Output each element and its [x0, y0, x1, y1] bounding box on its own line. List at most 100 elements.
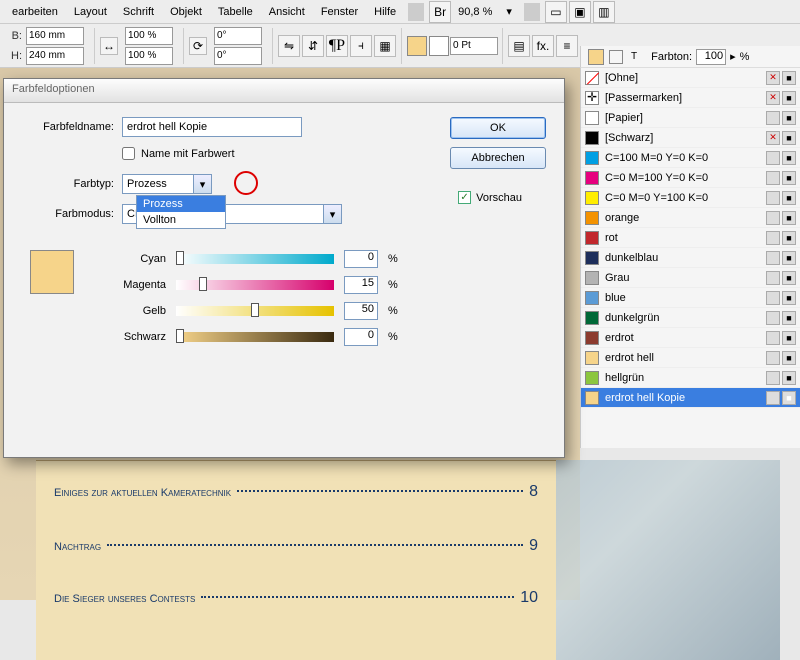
paragraph-style-icon[interactable]: ¶P [326, 35, 348, 57]
fill-swatch[interactable] [407, 36, 427, 56]
pct-label: % [388, 305, 398, 317]
toc-text: Einiges zur aktuellen Kameratechnik [54, 487, 231, 499]
menu-table[interactable]: Tabelle [210, 6, 261, 18]
swatch-row[interactable]: erdrot hell■ [581, 348, 800, 368]
channel-value-field[interactable]: 0 [344, 250, 378, 268]
swatch-chip [585, 371, 599, 385]
swatch-row[interactable]: dunkelblau■ [581, 248, 800, 268]
channel-value-field[interactable]: 15 [344, 276, 378, 294]
swatch-row[interactable]: [Schwarz]✕■ [581, 128, 800, 148]
channel-slider[interactable] [176, 280, 334, 290]
swatch-kind-icon [766, 311, 780, 325]
toc-text: Die Sieger unseres Contests [54, 593, 195, 605]
stroke-weight-field[interactable]: 0 Pt [450, 37, 498, 55]
swatch-row[interactable]: rot■ [581, 228, 800, 248]
cancel-button[interactable]: Abbrechen [450, 147, 546, 169]
swatch-row[interactable]: C=100 M=0 Y=0 K=0■ [581, 148, 800, 168]
chevron-down-icon[interactable]: ▾ [193, 175, 211, 193]
channel-slider[interactable] [176, 306, 334, 316]
scale-x-icon[interactable]: ↔ [100, 37, 118, 55]
swatch-mode-icon: ■ [782, 71, 796, 85]
swatch-row[interactable]: [Papier]■ [581, 108, 800, 128]
menu-help[interactable]: Hilfe [366, 6, 404, 18]
swatch-row[interactable]: blue■ [581, 288, 800, 308]
swatch-row[interactable]: orange■ [581, 208, 800, 228]
channel-slider[interactable] [176, 254, 334, 264]
preview-checkbox[interactable]: ✓ [458, 191, 471, 204]
swatch-mode-icon: ■ [782, 111, 796, 125]
swatch-name-field[interactable] [122, 117, 302, 137]
flip-v-icon[interactable]: ⇵ [302, 35, 324, 57]
fx-icon[interactable]: fx. [532, 35, 554, 57]
swatch-name: C=0 M=0 Y=100 K=0 [605, 192, 764, 204]
swatch-row[interactable]: dunkelgrün■ [581, 308, 800, 328]
swatch-row[interactable]: [Ohne]✕■ [581, 68, 800, 88]
slider-thumb[interactable] [176, 251, 184, 265]
swatch-row[interactable]: erdrot■ [581, 328, 800, 348]
flip-h-icon[interactable]: ⇋ [278, 35, 300, 57]
view-mode-icon[interactable]: ▭ [545, 1, 567, 23]
swatch-kind-icon [766, 211, 780, 225]
options-icon[interactable]: ≡ [556, 35, 578, 57]
color-type-dropdown[interactable]: Prozess Vollton [136, 195, 226, 229]
scale-x-field[interactable]: 100 % [125, 27, 173, 45]
stroke-swatch[interactable] [429, 36, 449, 56]
menu-view[interactable]: Ansicht [261, 6, 313, 18]
chevron-down-icon[interactable]: ▾ [323, 205, 341, 223]
menu-window[interactable]: Fenster [313, 6, 366, 18]
bridge-icon[interactable]: Br [429, 1, 451, 23]
zoom-level[interactable]: 90,8 % [452, 6, 498, 18]
swatch-row[interactable]: [Passermarken]✕■ [581, 88, 800, 108]
swatch-mode-icon: ■ [782, 391, 796, 405]
color-type-select[interactable]: Prozess ▾ [122, 174, 212, 194]
swatch-row[interactable]: hellgrün■ [581, 368, 800, 388]
swatch-mode-icon: ■ [782, 131, 796, 145]
text-wrap-icon[interactable]: ▦ [374, 35, 396, 57]
slider-thumb[interactable] [176, 329, 184, 343]
channel-slider[interactable] [176, 332, 334, 342]
swatch-name: C=0 M=100 Y=0 K=0 [605, 172, 764, 184]
slider-thumb[interactable] [199, 277, 207, 291]
slider-thumb[interactable] [251, 303, 259, 317]
swatch-mode-icon: ■ [782, 151, 796, 165]
toc-leader [107, 544, 523, 546]
swatch-kind-icon [766, 271, 780, 285]
rotate-icon[interactable]: ⟳ [189, 37, 207, 55]
swatch-mode-icon: ■ [782, 231, 796, 245]
option-prozess[interactable]: Prozess [137, 196, 225, 212]
tint-field[interactable]: 100 [696, 49, 726, 65]
effects-icon[interactable]: ▤ [508, 35, 530, 57]
pct-label: % [388, 253, 398, 265]
arrange-icon[interactable]: ▥ [593, 1, 615, 23]
name-with-value-checkbox[interactable] [122, 147, 135, 160]
menu-layout[interactable]: Layout [66, 6, 115, 18]
channel-value-field[interactable]: 0 [344, 328, 378, 346]
swatch-name: orange [605, 212, 764, 224]
shear-field[interactable]: 0° [214, 47, 262, 65]
tint-arrow-icon[interactable]: ▸ [730, 50, 736, 63]
swatch-row[interactable]: erdrot hell Kopie■ [581, 388, 800, 408]
swatch-row[interactable]: C=0 M=100 Y=0 K=0■ [581, 168, 800, 188]
zoom-dropdown-icon[interactable]: ▾ [498, 5, 520, 18]
menu-edit[interactable]: earbeiten [4, 6, 66, 18]
menu-font[interactable]: Schrift [115, 6, 162, 18]
scale-y-field[interactable]: 100 % [125, 47, 173, 65]
menu-object[interactable]: Objekt [162, 6, 210, 18]
swatch-options-dialog: Farbfeldoptionen Farbfeldname: Name mit … [3, 78, 565, 458]
swatch-row[interactable]: C=0 M=0 Y=100 K=0■ [581, 188, 800, 208]
fill-proxy[interactable] [588, 49, 604, 65]
channel-value-field[interactable]: 50 [344, 302, 378, 320]
channel-label: Magenta [110, 279, 166, 291]
screen-mode-icon[interactable]: ▣ [569, 1, 591, 23]
height-field[interactable]: 240 mm [26, 47, 84, 65]
container-fill-icon[interactable] [609, 50, 623, 64]
rotation-field[interactable]: 0° [214, 27, 262, 45]
swatch-subbar: T Farbton: 100 ▸ % [580, 46, 800, 68]
ok-button[interactable]: OK [450, 117, 546, 139]
option-vollton[interactable]: Vollton [137, 212, 225, 228]
toc-leader [237, 490, 523, 492]
align-icon[interactable]: ⫞ [350, 35, 372, 57]
swatch-row[interactable]: Grau■ [581, 268, 800, 288]
text-fill-icon[interactable]: T [631, 51, 637, 62]
width-field[interactable]: 160 mm [26, 27, 84, 45]
